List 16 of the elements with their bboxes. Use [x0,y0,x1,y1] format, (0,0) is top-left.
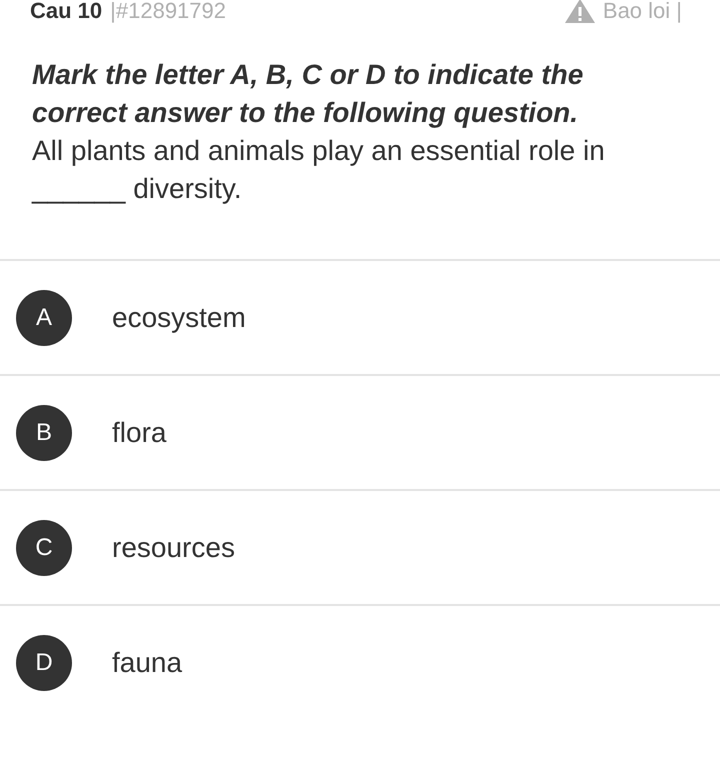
question-number: Cau 10 [30,0,102,22]
option-text: ecosystem [112,302,246,334]
answer-option[interactable]: B flora [0,374,720,489]
option-letter-badge: A [16,290,72,346]
answer-option[interactable]: D fauna [0,604,720,719]
question-text: All plants and animals play an essential role in ______ diversity. [32,134,606,206]
option-letter-badge: D [16,634,72,690]
option-text: fauna [112,646,182,678]
option-letter-badge: C [16,520,72,576]
option-text: resources [112,532,235,564]
answer-option[interactable]: C resources [0,489,720,604]
answer-option[interactable]: A ecosystem [0,259,720,374]
option-letter-badge: B [16,404,72,460]
option-text: flora [112,416,166,448]
question-id: |#12891792 [110,0,226,22]
question-instruction: Mark the letter A, B, C or D to indicate the correct answer to the following question. [32,58,584,130]
